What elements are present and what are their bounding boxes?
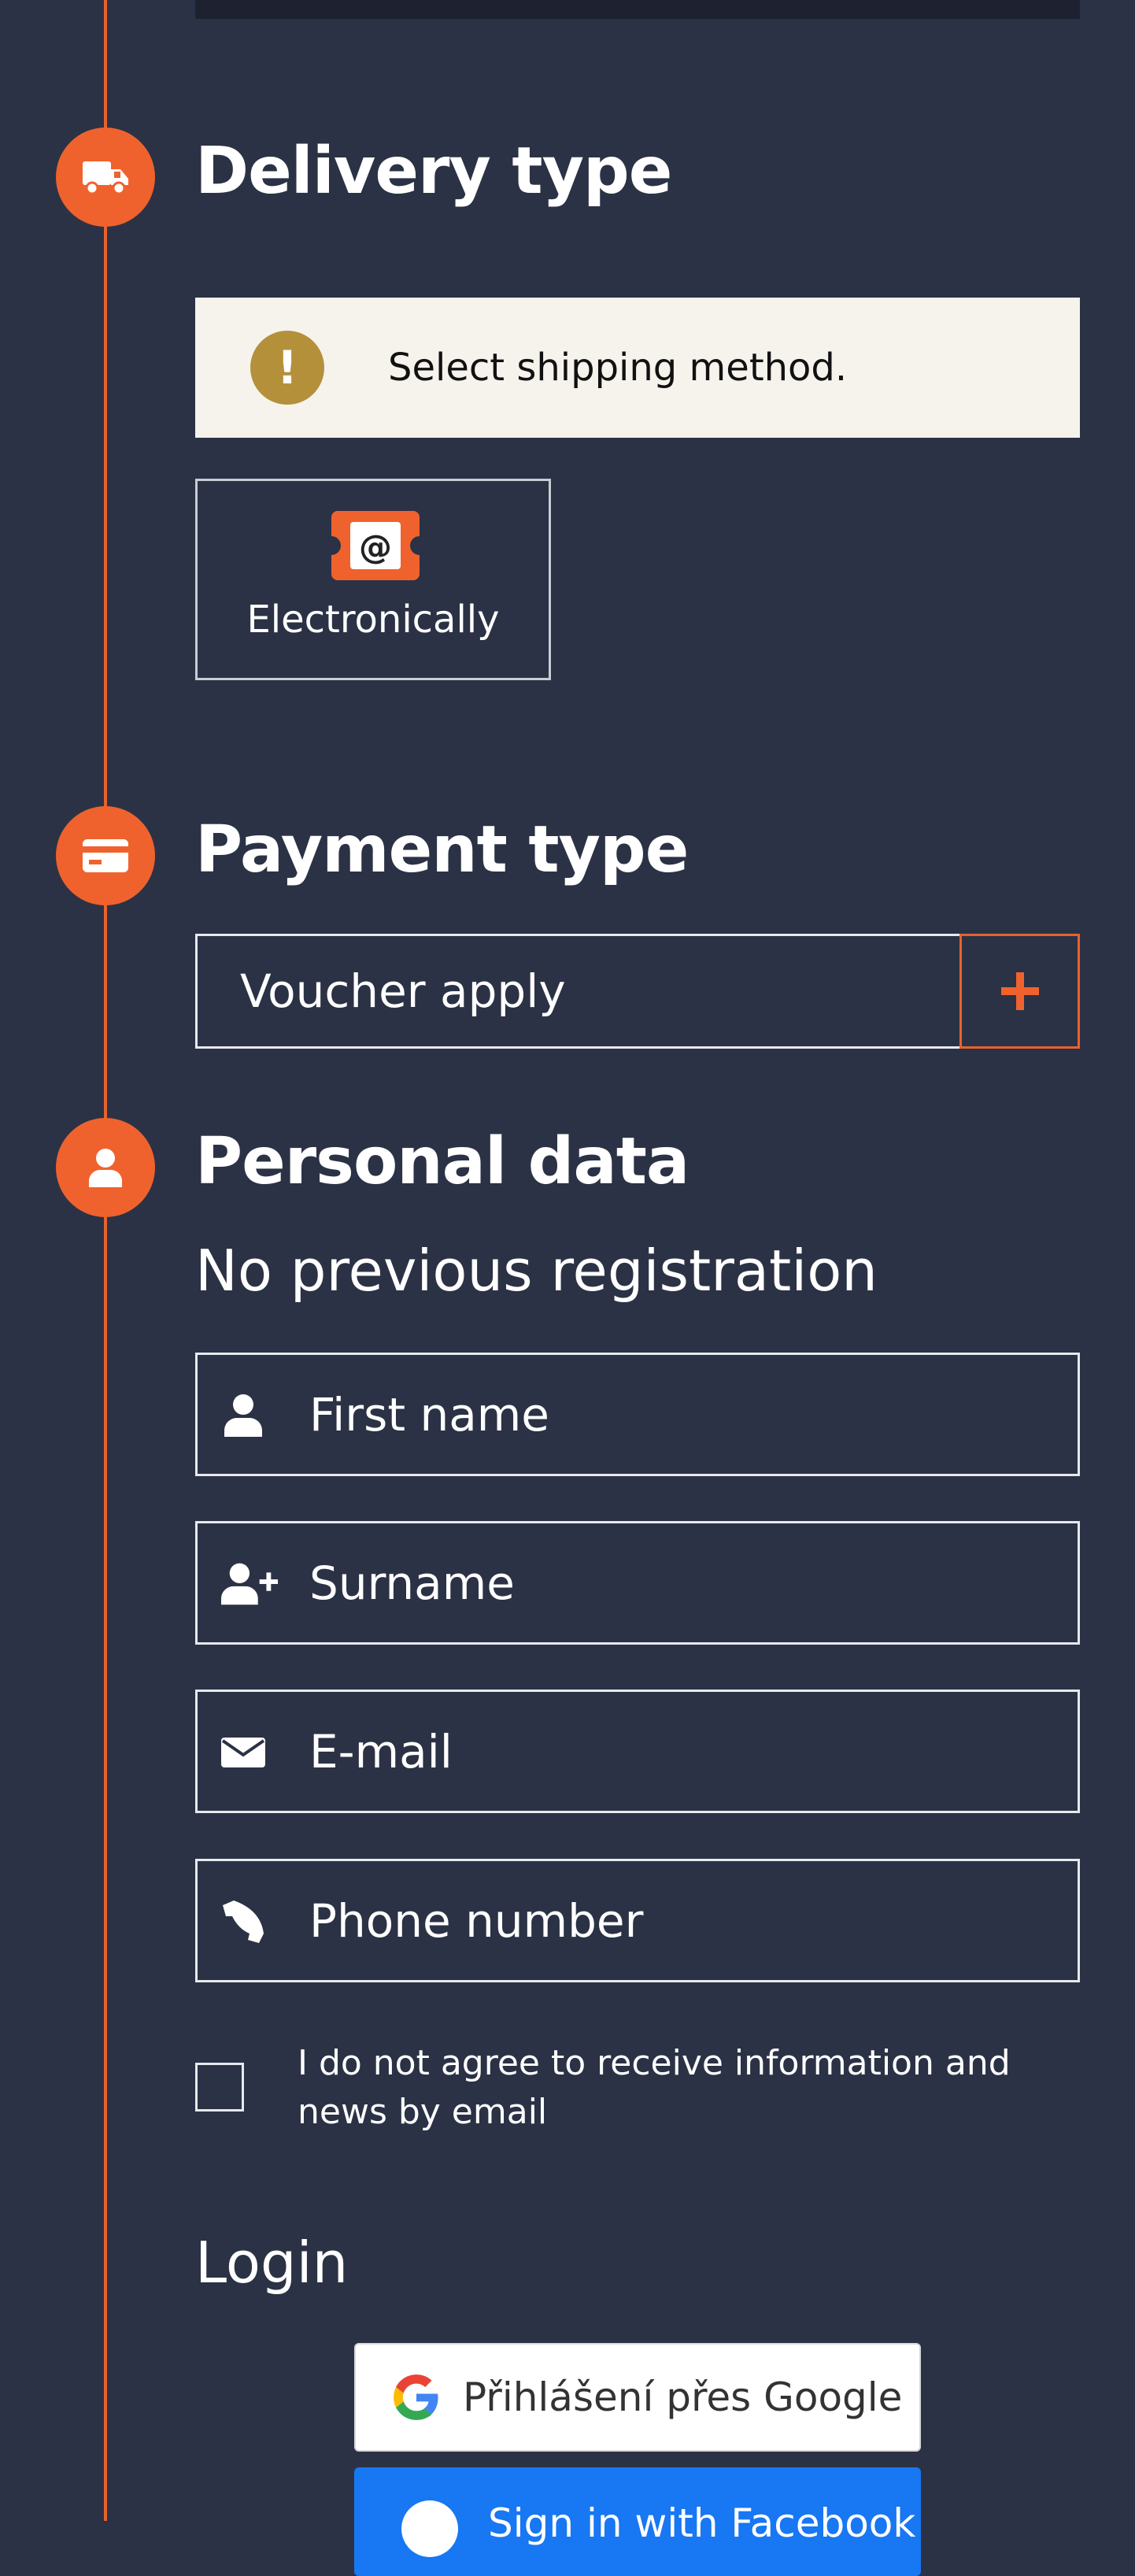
exclamation-icon: ! [250, 331, 324, 405]
first-name-placeholder: First name [309, 1387, 549, 1442]
delivery-option-electronically[interactable]: @ Electronically [195, 479, 551, 680]
personal-data-title: Personal data [195, 1124, 690, 1199]
e-ticket-icon: @ [331, 511, 420, 580]
progress-timeline [104, 0, 107, 2521]
phone-number-field[interactable]: Phone number [195, 1859, 1080, 1982]
facebook-login-button[interactable]: Sign in with Facebook [354, 2467, 921, 2576]
credit-card-icon [56, 806, 155, 905]
user-icon [224, 1394, 262, 1437]
svg-text:@: @ [359, 527, 392, 566]
surname-placeholder: Surname [309, 1556, 515, 1610]
login-heading: Login [195, 2230, 349, 2296]
no-registration-heading: No previous registration [195, 1238, 878, 1304]
previous-section-bar [195, 0, 1080, 19]
phone-number-placeholder: Phone number [309, 1893, 644, 1948]
google-login-button[interactable]: Přihlášení přes Google [354, 2343, 921, 2452]
surname-field[interactable]: Surname [195, 1521, 1080, 1645]
plus-icon [1000, 972, 1039, 1010]
voucher-add-button[interactable] [959, 934, 1080, 1049]
delivery-type-title: Delivery type [195, 134, 672, 209]
user-plus-icon [221, 1563, 279, 1605]
first-name-field[interactable]: First name [195, 1353, 1080, 1476]
shipping-notice: ! Select shipping method. [195, 298, 1080, 438]
google-icon [394, 2374, 438, 2420]
truck-icon [56, 128, 155, 227]
email-placeholder: E-mail [309, 1724, 453, 1778]
delivery-option-label: Electronically [246, 598, 500, 642]
shipping-notice-text: Select shipping method. [388, 346, 848, 390]
facebook-login-label: Sign in with Facebook [488, 2500, 916, 2546]
google-login-label: Přihlášení přes Google [463, 2374, 903, 2420]
payment-type-title: Payment type [195, 812, 689, 887]
email-field[interactable]: E-mail [195, 1690, 1080, 1813]
voucher-apply-button[interactable]: Voucher apply [195, 934, 962, 1049]
envelope-icon [221, 1738, 265, 1767]
user-icon [56, 1118, 155, 1217]
newsletter-checkbox[interactable] [195, 2063, 244, 2112]
phone-icon [223, 1901, 264, 1943]
newsletter-consent-label: I do not agree to receive information an… [298, 2043, 1011, 2132]
facebook-icon [401, 2500, 458, 2557]
